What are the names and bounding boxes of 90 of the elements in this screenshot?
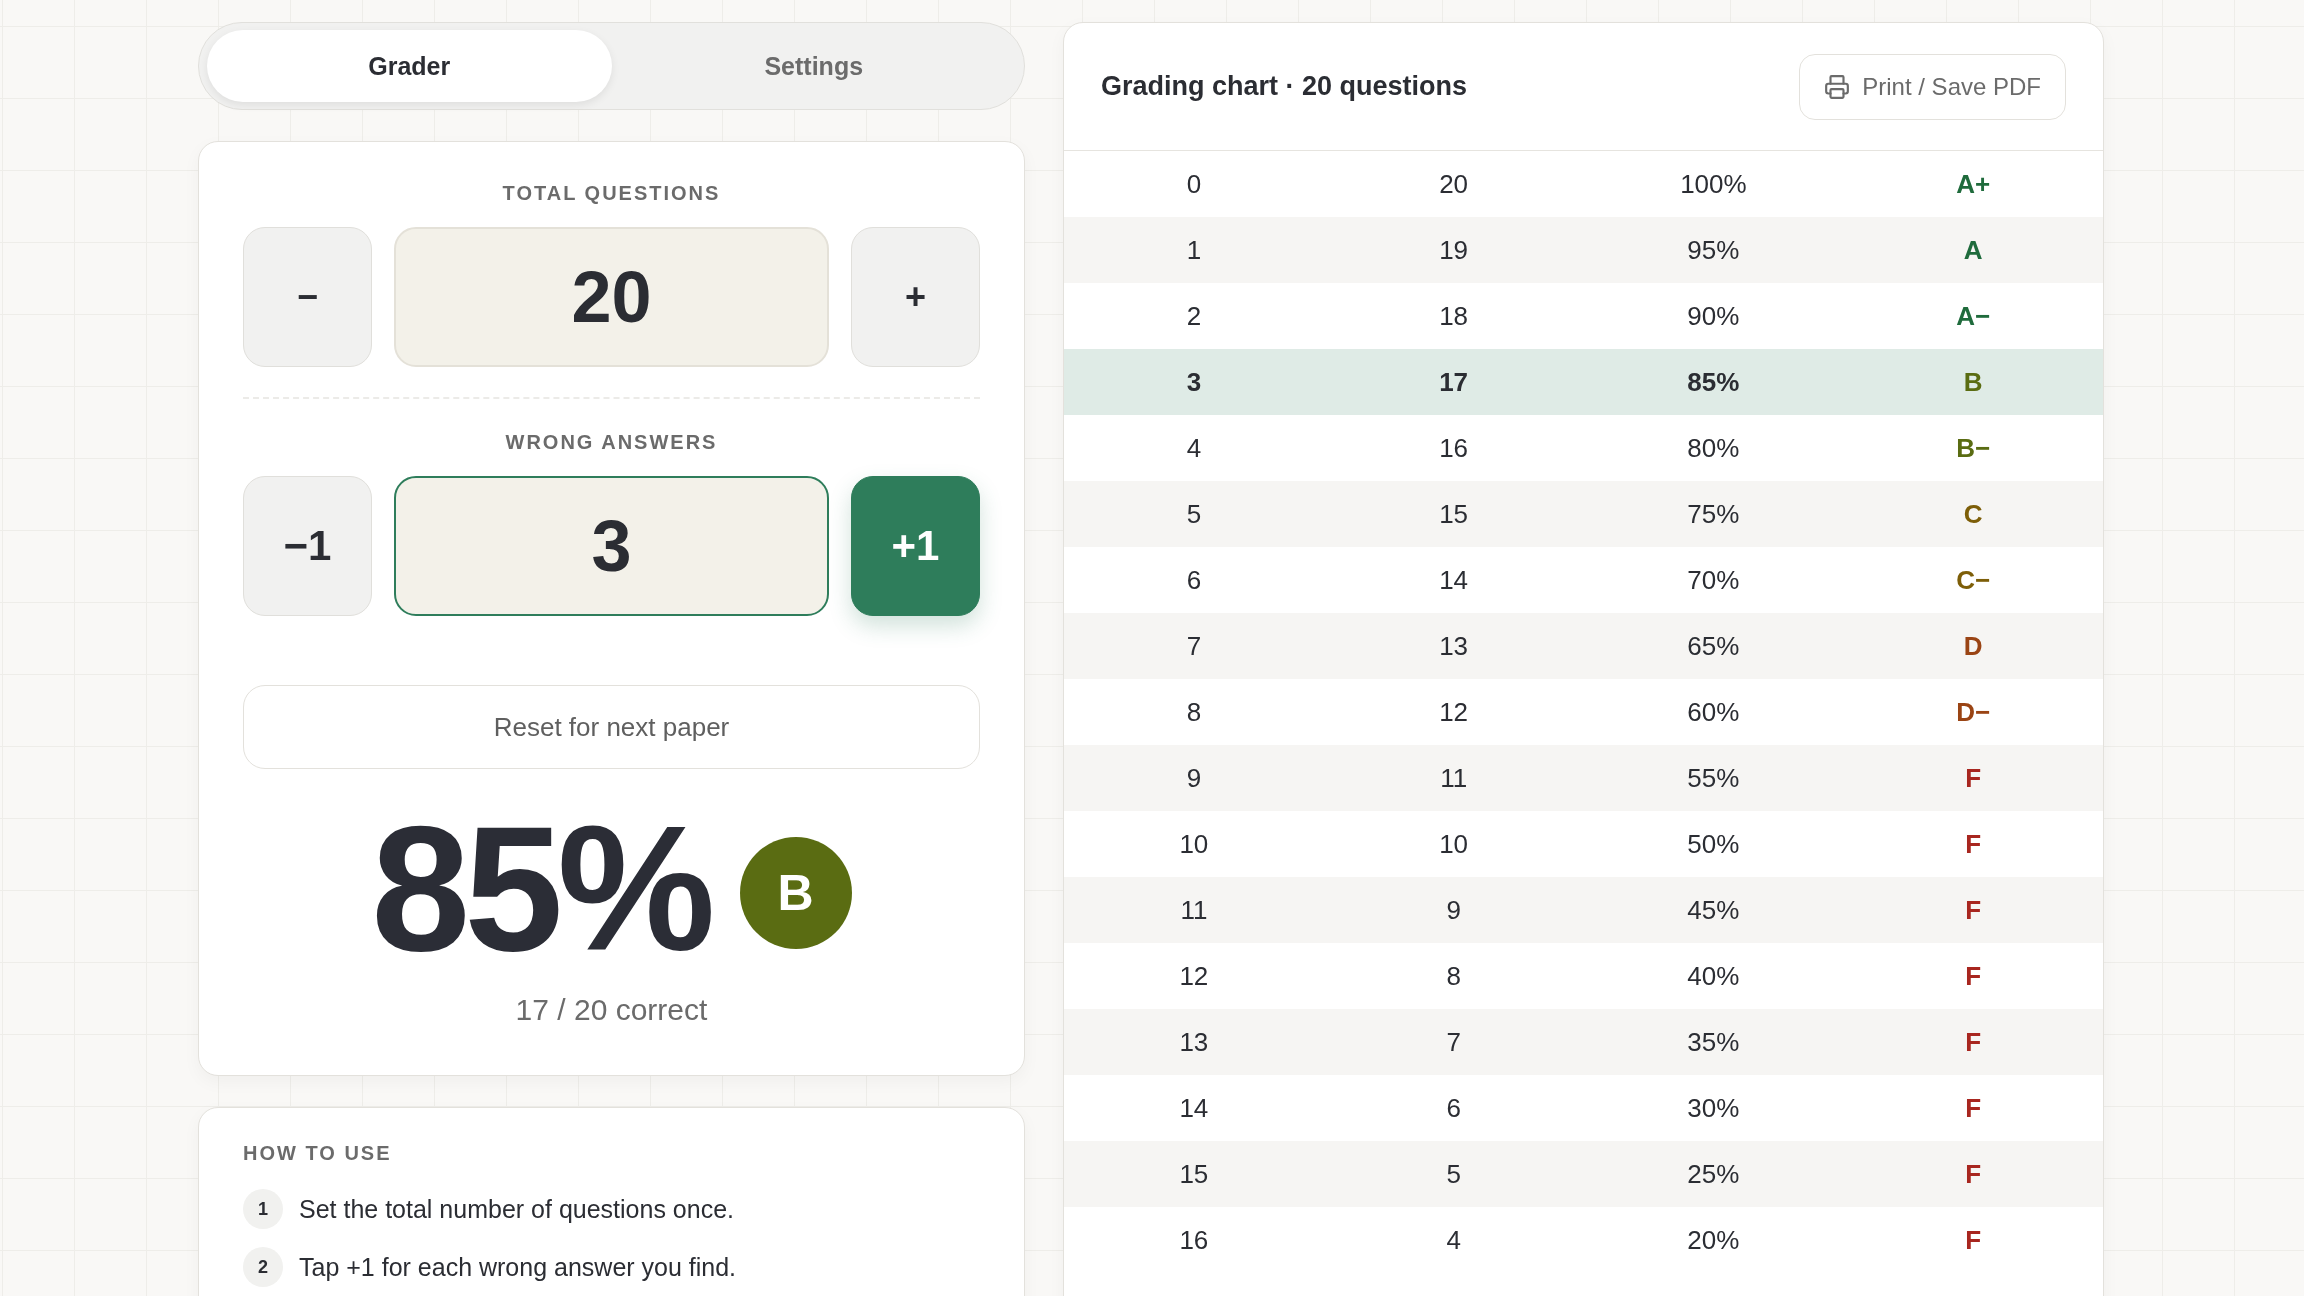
section-label: TOTAL QUESTIONS [501, 181, 722, 205]
grade-cell: D [1963, 630, 1983, 662]
table-cell: 4 [1446, 1224, 1461, 1256]
grade-cell: F [1965, 1224, 1982, 1256]
chart-title: Grading chart · 20 questions [1101, 71, 1468, 102]
table-cell: 8 [1186, 696, 1202, 728]
section-title: HOW TO USE [243, 1141, 393, 1165]
count-field[interactable]: 3 [394, 476, 829, 616]
grade-cell: F [1965, 1158, 1982, 1190]
table-cell: 14 [1439, 564, 1469, 596]
table-cell: 55% [1687, 762, 1740, 794]
table-cell: 0 [1186, 168, 1202, 200]
grade-cell: F [1965, 960, 1982, 992]
step-text: Set the total number of questions once. [299, 1194, 734, 1224]
table-cell: 30% [1687, 1092, 1740, 1124]
table-cell: 10 [1179, 828, 1209, 860]
grade-cell: C [1963, 498, 1983, 530]
table-cell: 12 [1179, 960, 1209, 992]
table-cell: 13 [1439, 630, 1469, 662]
tab[interactable]: Settings [611, 30, 1016, 102]
table-cell: 20 [1439, 168, 1469, 200]
table-cell: 14 [1179, 1092, 1209, 1124]
score-percent: 85% [371, 794, 710, 984]
table-cell: 4 [1186, 432, 1202, 464]
printer-icon [1824, 73, 1851, 100]
table-cell: 9 [1186, 762, 1202, 794]
grade-cell: D− [1956, 696, 1991, 728]
table-cell: 60% [1687, 696, 1740, 728]
table-cell: 35% [1687, 1026, 1740, 1058]
table-cell: 45% [1687, 894, 1740, 926]
table-cell: 17 [1439, 366, 1469, 398]
table-cell: 7 [1186, 630, 1202, 662]
table-cell: 19 [1439, 234, 1469, 266]
table-cell: 6 [1446, 1092, 1461, 1124]
grade-cell: F [1965, 1092, 1982, 1124]
table-cell: 80% [1687, 432, 1740, 464]
score-summary: 17 / 20 correct [514, 992, 709, 1028]
grade-cell: B [1963, 366, 1983, 398]
tab[interactable]: Grader [207, 30, 612, 102]
table-cell: 15 [1179, 1158, 1209, 1190]
step-number: 2 [243, 1247, 283, 1287]
grade-cell: B− [1956, 432, 1991, 464]
table-cell: 11 [1180, 894, 1208, 926]
grade-cell: F [1965, 1026, 1982, 1058]
table-cell: 75% [1687, 498, 1740, 530]
table-cell: 85% [1687, 366, 1740, 398]
count-field[interactable]: 20 [394, 227, 829, 367]
reset-button[interactable]: Reset for next paper [243, 685, 980, 769]
table-cell: 5 [1446, 1158, 1461, 1190]
table-cell: 90% [1687, 300, 1740, 332]
table-cell: 12 [1439, 696, 1469, 728]
table-cell: 11 [1440, 762, 1468, 794]
table-cell: 25% [1687, 1158, 1740, 1190]
table-cell: 20% [1687, 1224, 1740, 1256]
grade-cell: C− [1956, 564, 1991, 596]
increment-button[interactable]: + [851, 227, 980, 367]
table-cell: 1 [1186, 234, 1202, 266]
increment-button[interactable]: +1 [851, 476, 980, 616]
grade-badge: B [739, 837, 852, 949]
grade-cell: A [1963, 234, 1983, 266]
table-cell: 8 [1446, 960, 1461, 992]
grade-cell: F [1965, 828, 1982, 860]
decrement-button[interactable]: −1 [243, 476, 372, 616]
table-cell: 95% [1687, 234, 1740, 266]
table-cell: 10 [1439, 828, 1469, 860]
table-cell: 2 [1186, 300, 1202, 332]
table-cell: 70% [1687, 564, 1740, 596]
table-cell: 9 [1446, 894, 1461, 926]
grade-cell: A− [1956, 300, 1991, 332]
table-cell: 18 [1439, 300, 1469, 332]
table-cell: 50% [1687, 828, 1740, 860]
step-number: 1 [243, 1189, 283, 1229]
table-cell: 13 [1179, 1026, 1209, 1058]
table-cell: 40% [1687, 960, 1740, 992]
table-cell: 7 [1446, 1026, 1461, 1058]
grade-cell: A+ [1956, 168, 1991, 200]
table-cell: 3 [1186, 366, 1202, 398]
decrement-button[interactable]: − [243, 227, 372, 367]
step-text: Tap +1 for each wrong answer you find. [299, 1252, 737, 1282]
table-cell: 5 [1186, 498, 1202, 530]
table-cell: 100% [1680, 168, 1747, 200]
table-cell: 16 [1439, 432, 1469, 464]
grade-cell: F [1965, 894, 1982, 926]
table-cell: 15 [1439, 498, 1469, 530]
table-cell: 16 [1179, 1224, 1209, 1256]
print-button[interactable]: Print / Save PDF [1799, 53, 2066, 120]
table-cell: 65% [1687, 630, 1740, 662]
section-label: WRONG ANSWERS [504, 430, 719, 454]
table-cell: 6 [1186, 564, 1202, 596]
grade-cell: F [1965, 762, 1982, 794]
